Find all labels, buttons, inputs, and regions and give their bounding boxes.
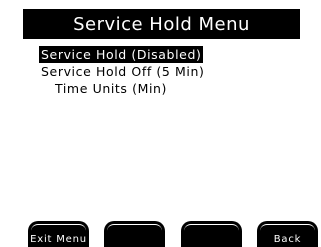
- display-screen: Service Hold Menu Service Hold (Disabled…: [23, 0, 318, 247]
- menu-list: Service Hold (Disabled) Service Hold Off…: [23, 46, 300, 97]
- menu-item-service-hold-off[interactable]: Service Hold Off (5 Min): [23, 63, 300, 80]
- menu-title-bar: Service Hold Menu: [23, 9, 300, 39]
- menu-item-time-units[interactable]: Time Units (Min): [23, 80, 300, 97]
- softkey-2[interactable]: [104, 221, 165, 247]
- menu-item-label: Service Hold (Disabled): [39, 46, 204, 63]
- softkey-bar: Exit Menu Back: [23, 221, 318, 247]
- softkey-label: Back: [273, 234, 302, 245]
- menu-item-label: Time Units (Min): [55, 81, 168, 96]
- exit-menu-softkey[interactable]: Exit Menu: [28, 221, 89, 247]
- menu-item-label: Service Hold Off (5 Min): [41, 64, 205, 79]
- softkey-label: Exit Menu: [30, 234, 87, 245]
- page-title: Service Hold Menu: [73, 13, 250, 35]
- back-softkey[interactable]: Back: [257, 221, 318, 247]
- softkey-3[interactable]: [181, 221, 242, 247]
- menu-item-service-hold[interactable]: Service Hold (Disabled): [23, 46, 300, 63]
